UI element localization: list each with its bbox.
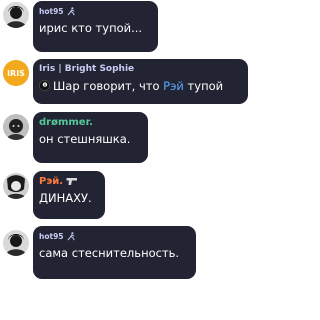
avatar-drommer[interactable] bbox=[3, 114, 29, 140]
avatar-hot95[interactable] bbox=[3, 230, 29, 256]
avatar-rei[interactable] bbox=[3, 173, 29, 199]
message-text: он стешняшка. bbox=[39, 132, 131, 146]
author-name[interactable]: drømmer. bbox=[39, 117, 93, 128]
message-text-after: тупой bbox=[183, 79, 224, 93]
message-bubble[interactable]: hot95 ирис кто тупой... bbox=[33, 1, 158, 52]
person-running-icon bbox=[67, 7, 76, 16]
message-text: ДИНАХУ. bbox=[39, 191, 92, 205]
author-name[interactable]: hot95 bbox=[39, 6, 64, 17]
avatar-iris[interactable]: IRIS bbox=[3, 60, 29, 86]
avatar-label: IRIS bbox=[7, 69, 25, 78]
message-bubble[interactable]: drømmer. он стешняшка. bbox=[33, 112, 148, 163]
person-running-icon bbox=[67, 232, 76, 241]
avatar-image bbox=[3, 173, 29, 199]
avatar-hot95[interactable] bbox=[3, 2, 29, 28]
mention-rei[interactable]: Рэй bbox=[163, 79, 184, 93]
author-name[interactable]: hot95 bbox=[39, 231, 64, 242]
message-bubble[interactable]: hot95 сама стеснительность. bbox=[33, 226, 196, 279]
author-name[interactable]: Iris | Bright Sophie bbox=[39, 64, 134, 75]
message-text: ирис кто тупой... bbox=[39, 21, 143, 35]
message-bubble[interactable]: Рэй. ДИНАХУ. bbox=[33, 171, 105, 219]
gun-icon bbox=[66, 177, 78, 186]
magic-8-ball-icon: 8 bbox=[39, 80, 50, 91]
chat-feed: hot95 ирис кто тупой... IRIS Iris | Brig… bbox=[0, 0, 251, 320]
svg-text:8: 8 bbox=[44, 83, 46, 87]
message-text-before: Шар говорит, что bbox=[53, 79, 164, 93]
iris-logo-icon: IRIS bbox=[3, 60, 29, 86]
message-text: 8 Шар говорит, что Рэй тупой bbox=[39, 79, 242, 94]
author-name[interactable]: Рэй. bbox=[39, 176, 63, 187]
avatar-image bbox=[3, 230, 29, 256]
message-bubble[interactable]: Iris | Bright Sophie 8 Шар говорит, что … bbox=[33, 59, 248, 104]
avatar-image bbox=[3, 2, 29, 28]
message-text: сама стеснительность. bbox=[39, 246, 180, 260]
avatar-image bbox=[3, 114, 29, 140]
